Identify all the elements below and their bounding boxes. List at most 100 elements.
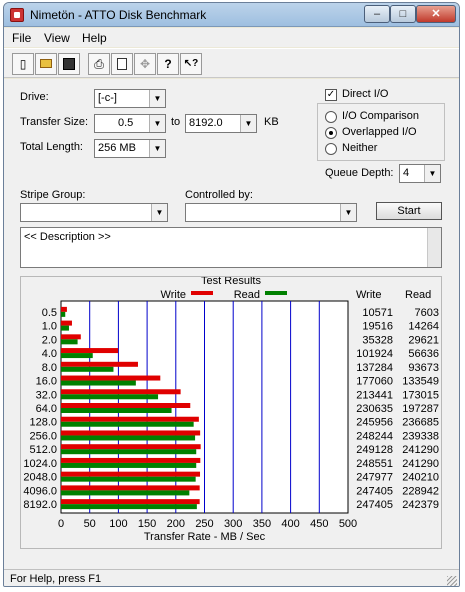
write-bar <box>61 430 201 436</box>
table-header-read: Read <box>405 289 431 301</box>
write-value: 245956 <box>356 417 393 429</box>
help-icon[interactable]: ? <box>157 53 179 75</box>
write-bar <box>61 485 200 491</box>
move-icon[interactable]: ✥ <box>134 53 156 75</box>
chevron-down-icon[interactable]: ▼ <box>340 204 356 221</box>
status-bar: For Help, press F1 <box>4 569 459 586</box>
transfer-to-select[interactable]: 8192.0 ▼ <box>185 114 257 133</box>
chevron-down-icon[interactable]: ▼ <box>149 90 165 107</box>
legend-write-swatch <box>191 291 213 295</box>
category-label: 16.0 <box>36 376 57 388</box>
read-value: 228942 <box>402 485 439 497</box>
neither-label: Neither <box>342 142 378 154</box>
write-value: 248551 <box>356 458 393 470</box>
read-bar <box>61 449 197 455</box>
neither-radio[interactable] <box>325 143 337 155</box>
open-icon[interactable] <box>35 53 57 75</box>
category-label: 256.0 <box>29 430 57 442</box>
read-value: 236685 <box>402 417 439 429</box>
menu-help[interactable]: Help <box>82 31 107 45</box>
direct-io-label: Direct I/O <box>342 88 389 100</box>
read-value: 242379 <box>402 499 439 511</box>
resize-grip[interactable] <box>447 576 457 586</box>
write-bar <box>61 306 67 312</box>
x-tick-label: 50 <box>84 518 96 530</box>
chevron-down-icon[interactable]: ▼ <box>240 115 256 132</box>
io-comparison-radio[interactable] <box>325 111 337 123</box>
read-bar <box>61 353 93 359</box>
read-bar <box>61 476 196 482</box>
read-value: 7603 <box>415 307 439 319</box>
chevron-down-icon[interactable]: ▼ <box>149 140 165 157</box>
overlapped-io-radio[interactable] <box>325 127 337 139</box>
to-label: to <box>171 116 181 128</box>
write-value: 177060 <box>356 376 393 388</box>
drive-select[interactable]: [-c-] ▼ <box>94 89 166 108</box>
direct-io-checkbox[interactable]: ✓ <box>325 89 337 101</box>
read-value: 173015 <box>402 389 439 401</box>
x-tick-label: 500 <box>339 518 357 530</box>
stripe-group-label: Stripe Group: <box>20 189 86 201</box>
controlled-by-select[interactable]: ▼ <box>185 203 357 222</box>
menu-file[interactable]: File <box>12 31 31 45</box>
category-label: 8192.0 <box>23 499 57 511</box>
queue-depth-select[interactable]: 4 ▼ <box>399 164 441 183</box>
total-length-select[interactable]: 256 MB ▼ <box>94 139 166 158</box>
write-value: 213441 <box>356 389 393 401</box>
status-text: For Help, press F1 <box>10 573 102 585</box>
read-value: 239338 <box>402 430 439 442</box>
transfer-from-select[interactable]: 0.5 ▼ <box>94 114 166 133</box>
write-bar <box>61 416 199 422</box>
menu-view[interactable]: View <box>44 31 70 45</box>
new-icon[interactable]: ▯ <box>12 53 34 75</box>
read-value: 197287 <box>402 403 439 415</box>
test-results-chart: Test Results Write Read Write Read 0 50 100 150 2… <box>23 275 439 543</box>
minimize-button[interactable]: – <box>364 5 390 23</box>
read-value: 93673 <box>408 362 439 374</box>
app-icon <box>10 8 24 22</box>
write-value: 10571 <box>362 307 393 319</box>
controlled-by-label: Controlled by: <box>185 189 253 201</box>
read-bar <box>61 490 190 496</box>
print-preview-icon[interactable] <box>111 53 133 75</box>
write-bar <box>61 471 201 477</box>
write-value: 247405 <box>356 485 393 497</box>
x-tick-label: 300 <box>224 518 242 530</box>
title-bar[interactable]: Nimetön - ATTO Disk Benchmark – □ ✕ <box>4 3 459 27</box>
write-value: 230635 <box>356 403 393 415</box>
toolbar: ▯ ⎙ ✥ ? ↖? <box>4 48 459 78</box>
chevron-down-icon[interactable]: ▼ <box>151 204 167 221</box>
close-button[interactable]: ✕ <box>416 5 456 23</box>
drive-value: [-c-] <box>98 92 117 104</box>
description-scrollbar[interactable] <box>427 228 441 267</box>
read-value: 14264 <box>408 321 439 333</box>
write-bar <box>61 320 72 326</box>
print-icon[interactable]: ⎙ <box>88 53 110 75</box>
x-tick-label: 250 <box>195 518 213 530</box>
save-icon[interactable] <box>58 53 80 75</box>
kb-label: KB <box>264 116 279 128</box>
category-label: 128.0 <box>29 417 57 429</box>
window-title: Nimetön - ATTO Disk Benchmark <box>30 8 207 22</box>
x-axis-label: Transfer Rate - MB / Sec <box>144 531 266 543</box>
start-button[interactable]: Start <box>376 202 442 220</box>
write-value: 35328 <box>362 334 393 346</box>
read-bar <box>61 394 159 400</box>
read-bar <box>61 380 136 386</box>
read-bar <box>61 504 197 510</box>
total-length-label: Total Length: <box>20 141 83 153</box>
context-help-icon[interactable]: ↖? <box>180 53 202 75</box>
transfer-from-value: 0.5 <box>118 117 134 129</box>
write-value: 248244 <box>356 430 393 442</box>
read-value: 240210 <box>402 472 439 484</box>
stripe-group-select[interactable]: ▼ <box>20 203 168 222</box>
write-value: 247977 <box>356 472 393 484</box>
description-textarea[interactable]: << Description >> <box>20 227 442 268</box>
menu-bar: File View Help <box>4 28 459 47</box>
category-label: 2.0 <box>42 334 57 346</box>
chevron-down-icon[interactable]: ▼ <box>424 165 440 182</box>
drive-label: Drive: <box>20 91 49 103</box>
read-bar <box>61 435 196 441</box>
maximize-button[interactable]: □ <box>390 5 416 23</box>
chevron-down-icon[interactable]: ▼ <box>149 115 165 132</box>
